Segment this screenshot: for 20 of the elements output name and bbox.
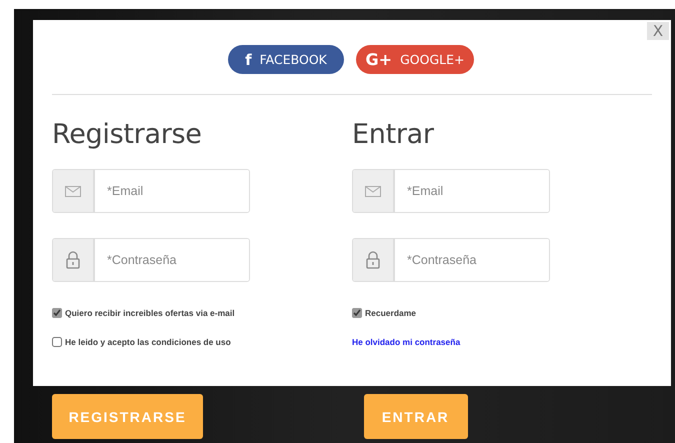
- email-field[interactable]: *Email: [52, 169, 250, 213]
- forgot-password-link[interactable]: He olvidado mi contraseña: [352, 336, 652, 348]
- checkbox-label: He leido y acepto las condiciones de uso: [65, 337, 231, 347]
- envelope-icon: [365, 186, 381, 196]
- facebook-button[interactable]: f FACEBOOK: [228, 45, 344, 74]
- checkbox-label: Recuerdame: [365, 308, 416, 318]
- envelope-icon: [65, 186, 81, 196]
- password-field[interactable]: *Contraseña: [352, 238, 550, 282]
- padlock-icon: [366, 251, 380, 269]
- form-title: Registrarse: [52, 119, 203, 150]
- checkbox[interactable]: [52, 308, 62, 318]
- password-field[interactable]: *Contraseña: [52, 238, 250, 282]
- form-title: Entrar: [352, 119, 435, 150]
- padlock-icon: [66, 251, 80, 269]
- checkbox[interactable]: [352, 308, 362, 318]
- close-button[interactable]: X: [647, 22, 669, 40]
- email-field[interactable]: *Email: [352, 169, 550, 213]
- checkbox[interactable]: [52, 337, 62, 347]
- checkbox-label: Quiero recibir increibles ofertas via e-mail: [65, 308, 235, 318]
- google-button[interactable]: G+ GOOGLE+: [356, 45, 474, 74]
